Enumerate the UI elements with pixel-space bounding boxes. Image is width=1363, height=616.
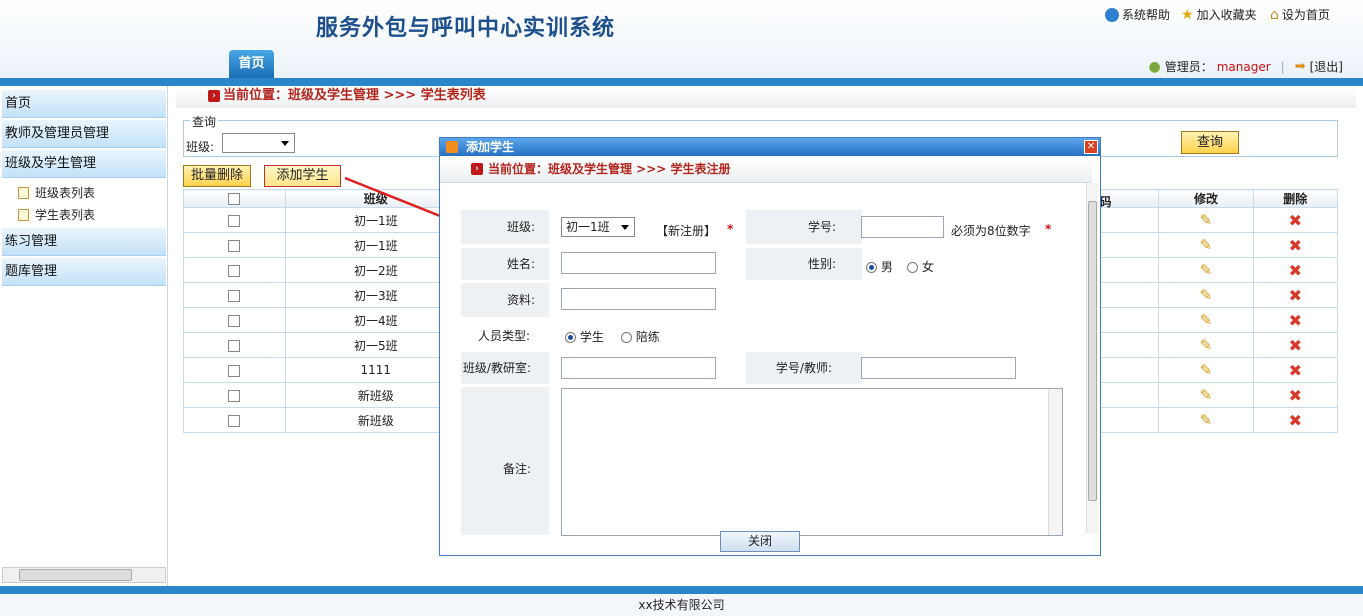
sidebar-item-practice[interactable]: 练习管理 <box>2 228 166 256</box>
delete-icon[interactable]: ✖ <box>1289 261 1302 280</box>
dialog-scrollbar[interactable] <box>1086 183 1098 533</box>
edit-icon[interactable]: ✎ <box>1200 311 1213 329</box>
edit-icon[interactable]: ✎ <box>1200 236 1213 254</box>
class-filter-label: 班级: <box>186 140 215 154</box>
list-icon <box>18 208 29 221</box>
arrow-icon: › <box>471 163 483 175</box>
class-select[interactable]: 初一1班 <box>561 217 635 237</box>
remark-textarea[interactable] <box>561 388 1063 536</box>
col-delete: 删除 <box>1252 189 1339 208</box>
homepage-link[interactable]: ⌂ 设为首页 <box>1270 6 1330 23</box>
breadcrumb: › 当前位置：班级及学生管理 >>> 学生表列表 <box>176 86 1356 108</box>
dialog-breadcrumb: › 当前位置：班级及学生管理 >>> 学生表注册 <box>440 157 1092 183</box>
dialog-close-button[interactable]: 关闭 <box>720 531 800 552</box>
delete-icon[interactable]: ✖ <box>1289 286 1302 305</box>
delete-icon[interactable]: ✖ <box>1289 361 1302 380</box>
new-register-link[interactable]: 【新注册】 <box>656 222 716 239</box>
row-checkbox[interactable] <box>228 214 241 227</box>
row-checkbox[interactable] <box>228 264 241 277</box>
edit-icon[interactable]: ✎ <box>1200 386 1213 404</box>
logout-icon: ➡ <box>1294 59 1306 74</box>
dialog-titlebar: 添加学生 ✕ <box>440 138 1100 156</box>
edit-icon[interactable]: ✎ <box>1200 211 1213 229</box>
type-trainer-radio[interactable]: 陪练 <box>621 328 660 345</box>
arrow-icon: › <box>208 90 220 102</box>
col-code: 码 <box>1099 194 1112 209</box>
delete-icon[interactable]: ✖ <box>1289 311 1302 330</box>
textarea-scrollbar[interactable] <box>1048 389 1062 535</box>
dept-input[interactable] <box>561 357 716 379</box>
row-checkbox[interactable] <box>228 339 241 352</box>
student-no-input[interactable] <box>861 216 944 238</box>
col-edit: 修改 <box>1158 189 1254 208</box>
select-all-checkbox[interactable] <box>228 193 241 205</box>
remark-label: 备注: <box>461 387 549 535</box>
sidebar-scrollbar[interactable] <box>2 567 166 583</box>
info-input[interactable] <box>561 288 716 310</box>
sidebar-item-question-bank[interactable]: 题库管理 <box>2 258 166 286</box>
teacher-no-input[interactable] <box>861 357 1016 379</box>
batch-delete-button[interactable]: 批量删除 <box>183 165 251 187</box>
system-title: 服务外包与呼叫中心实训系统 <box>316 16 616 41</box>
gender-label: 性别: <box>746 248 862 280</box>
row-checkbox[interactable] <box>228 414 241 427</box>
sidebar-subitem-class-list[interactable]: 班级表列表 <box>18 184 95 201</box>
search-button[interactable]: 查询 <box>1181 131 1239 154</box>
teacher-no-label: 学号/教师: <box>746 352 862 384</box>
sidebar-subitem-student-list[interactable]: 学生表列表 <box>18 206 95 223</box>
edit-icon[interactable]: ✎ <box>1200 261 1213 279</box>
delete-icon[interactable]: ✖ <box>1289 236 1302 255</box>
tab-home[interactable]: 首页 <box>229 50 274 78</box>
rss-icon <box>446 141 458 153</box>
query-legend: 查询 <box>190 113 219 130</box>
add-student-button[interactable]: 添加学生 <box>264 165 341 187</box>
sidebar-item-teachers[interactable]: 教师及管理员管理 <box>2 120 166 148</box>
edit-icon[interactable]: ✎ <box>1200 411 1213 429</box>
select-all-cell <box>183 189 286 208</box>
row-checkbox[interactable] <box>228 314 241 327</box>
help-icon <box>1105 7 1119 22</box>
row-checkbox[interactable] <box>228 364 241 377</box>
sidebar-item-classes[interactable]: 班级及学生管理 <box>2 150 166 178</box>
type-student-radio[interactable]: 学生 <box>565 328 604 345</box>
class-filter-select[interactable] <box>222 133 295 153</box>
delete-icon[interactable]: ✖ <box>1289 211 1302 230</box>
add-student-dialog: 添加学生 ✕ › 当前位置：班级及学生管理 >>> 学生表注册 班级: 初一1班 … <box>439 137 1101 556</box>
nav-bar <box>0 78 1363 86</box>
delete-icon[interactable]: ✖ <box>1289 386 1302 405</box>
help-link[interactable]: 系统帮助 <box>1105 6 1170 23</box>
sidebar: 首页 教师及管理员管理 班级及学生管理 班级表列表 学生表列表 练习管理 题库管… <box>0 86 168 586</box>
row-checkbox[interactable] <box>228 289 241 302</box>
row-checkbox[interactable] <box>228 239 241 252</box>
gender-male-radio[interactable]: 男 <box>866 258 893 275</box>
name-input[interactable] <box>561 252 716 274</box>
edit-icon[interactable]: ✎ <box>1200 286 1213 304</box>
user-bar: ● 管理员： manager | ➡ [退出] <box>1148 58 1344 75</box>
favorite-link[interactable]: ★ 加入收藏夹 <box>1181 6 1257 23</box>
user-icon: ● <box>1148 58 1161 75</box>
info-label: 资料: <box>461 283 549 317</box>
student-no-hint: 必须为8位数字 <box>951 224 1031 238</box>
student-no-label: 学号: <box>746 210 862 244</box>
home-icon: ⌂ <box>1270 6 1279 23</box>
footer-bar <box>0 586 1363 594</box>
person-type-label: 人员类型: <box>478 329 531 343</box>
gender-female-radio[interactable]: 女 <box>907 258 934 275</box>
row-checkbox[interactable] <box>228 389 241 402</box>
delete-icon[interactable]: ✖ <box>1289 411 1302 430</box>
dialog-close-icon[interactable]: ✕ <box>1084 140 1098 154</box>
footer: xx技术有限公司 <box>0 594 1363 616</box>
delete-icon[interactable]: ✖ <box>1289 336 1302 355</box>
sidebar-item-home[interactable]: 首页 <box>2 90 166 118</box>
edit-icon[interactable]: ✎ <box>1200 336 1213 354</box>
star-icon: ★ <box>1181 6 1194 23</box>
logout-link[interactable]: [退出] <box>1310 58 1343 75</box>
dept-label: 班级/教研室: <box>461 352 549 384</box>
list-icon <box>18 186 29 199</box>
edit-icon[interactable]: ✎ <box>1200 361 1213 379</box>
name-label: 姓名: <box>461 248 549 280</box>
user-name: manager <box>1216 59 1271 74</box>
class-label: 班级: <box>461 210 549 244</box>
